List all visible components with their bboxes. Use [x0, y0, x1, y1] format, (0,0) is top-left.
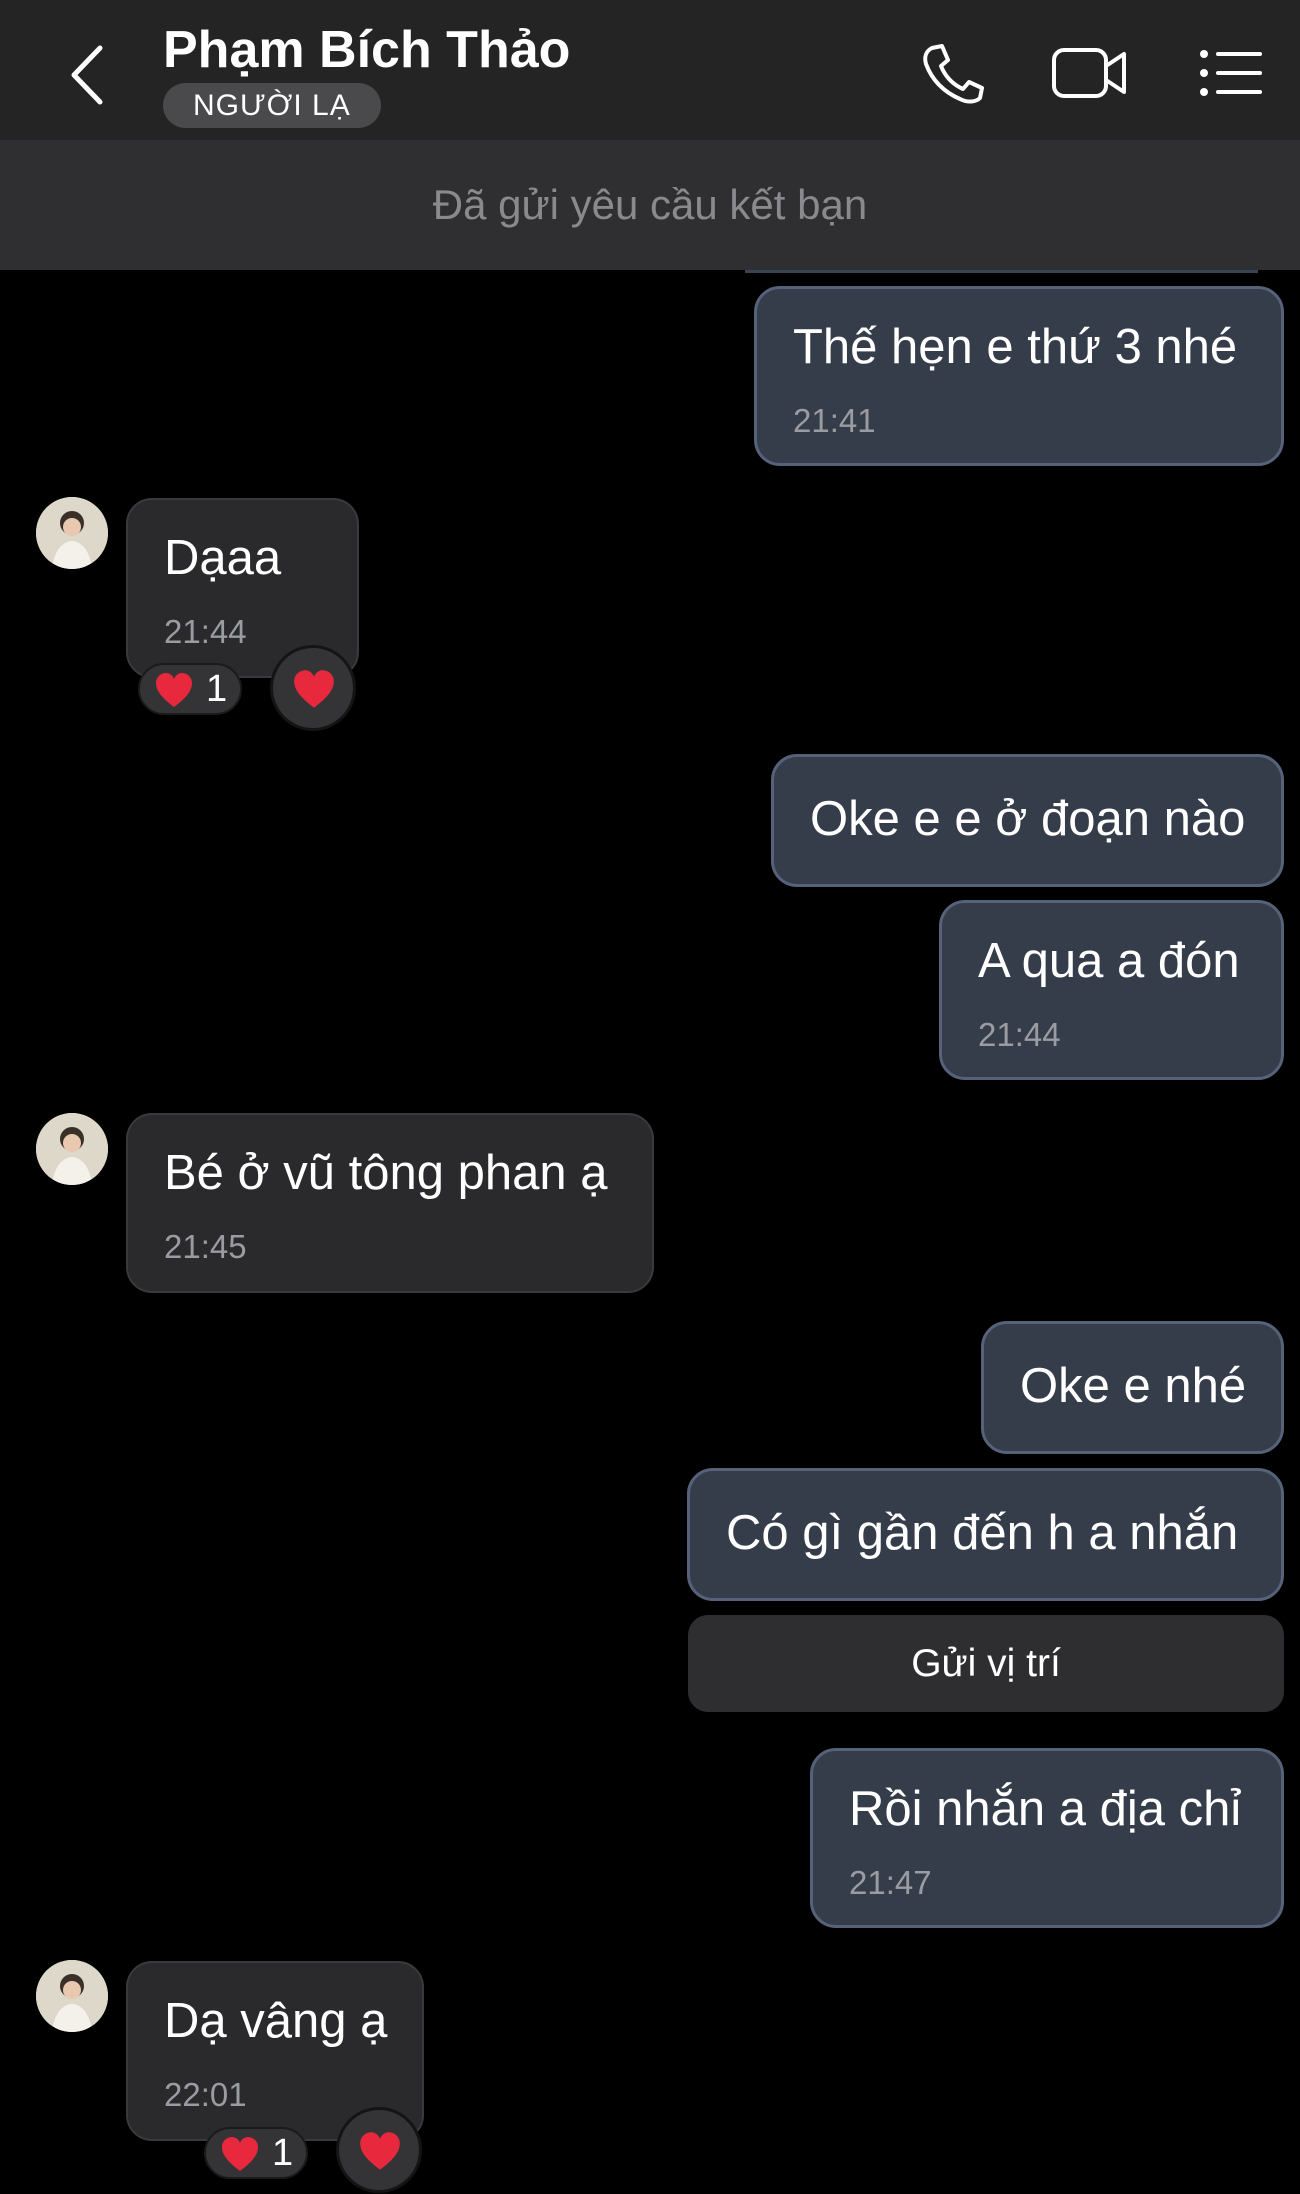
message-bubble-outgoing[interactable]: Có gì gần đến h a nhắn — [687, 1468, 1284, 1601]
reaction-summary[interactable]: 1 — [204, 2127, 308, 2179]
reaction-summary[interactable]: 1 — [138, 663, 242, 715]
contact-name[interactable]: Phạm Bích Thảo — [163, 20, 570, 80]
message-time: 21:45 — [164, 1228, 247, 1265]
video-camera-icon — [1052, 48, 1126, 98]
options-button[interactable] — [1196, 42, 1266, 104]
back-button[interactable] — [62, 40, 112, 110]
avatar-photo — [36, 497, 108, 569]
message-text: Dạ vâng ạ — [164, 1994, 388, 2048]
message-text: Oke e e ở đoạn nào — [810, 792, 1246, 846]
chat-screen: Phạm Bích Thảo NGƯỜI LẠ Đã gửi yêu cầu k… — [0, 0, 1300, 2194]
stranger-badge: NGƯỜI LẠ — [163, 83, 381, 128]
phone-icon — [923, 44, 984, 104]
heart-reaction-icon — [156, 673, 192, 707]
reaction-count: 1 — [206, 668, 228, 710]
message-text: A qua a đón — [978, 934, 1240, 988]
contact-avatar[interactable] — [36, 1960, 108, 2032]
message-bubble-outgoing[interactable]: Thế hẹn e thứ 3 nhé 21:41 — [754, 286, 1284, 466]
message-time: 22:01 — [164, 2076, 247, 2113]
video-call-button[interactable] — [1050, 42, 1130, 104]
reaction-count: 1 — [272, 2132, 294, 2174]
call-button[interactable] — [918, 42, 988, 104]
message-bubble-outgoing[interactable]: A qua a đón 21:44 — [939, 900, 1284, 1080]
contact-avatar[interactable] — [36, 1113, 108, 1185]
avatar-photo — [36, 1960, 108, 2032]
message-time: 21:44 — [978, 1016, 1061, 1053]
message-time: 21:44 — [164, 613, 247, 650]
react-button[interactable] — [270, 645, 356, 731]
friend-request-banner: Đã gửi yêu cầu kết bạn — [0, 140, 1300, 270]
heart-reaction-icon — [222, 2137, 258, 2171]
message-bubble-outgoing[interactable]: Oke e e ở đoạn nào — [771, 754, 1284, 887]
avatar-photo — [36, 1113, 108, 1185]
message-text: Thế hẹn e thứ 3 nhé — [793, 320, 1238, 374]
message-bubble-outgoing[interactable]: Rồi nhắn a địa chỉ 21:47 — [810, 1748, 1284, 1928]
message-bubble-incoming[interactable]: Bé ở vũ tông phan ạ 21:45 — [126, 1113, 654, 1293]
scrolled-bubble-edge — [745, 270, 1258, 273]
heart-icon — [294, 670, 334, 708]
message-time: 21:41 — [793, 402, 876, 439]
message-text: Có gì gần đến h a nhắn — [726, 1506, 1239, 1560]
message-text: Bé ở vũ tông phan ạ — [164, 1146, 608, 1200]
chat-header: Phạm Bích Thảo NGƯỜI LẠ — [0, 0, 1300, 140]
back-chevron-icon — [71, 45, 103, 105]
message-text: Dạaa — [164, 531, 282, 585]
send-location-button[interactable]: Gửi vị trí — [688, 1615, 1284, 1712]
message-time: 21:47 — [849, 1864, 932, 1901]
message-text: Rồi nhắn a địa chỉ — [849, 1782, 1242, 1836]
react-button[interactable] — [336, 2107, 422, 2193]
heart-icon — [360, 2132, 400, 2170]
message-bubble-outgoing[interactable]: Oke e nhé — [981, 1321, 1284, 1454]
contact-avatar[interactable] — [36, 497, 108, 569]
list-menu-icon — [1200, 50, 1262, 96]
message-text: Oke e nhé — [1020, 1359, 1247, 1413]
